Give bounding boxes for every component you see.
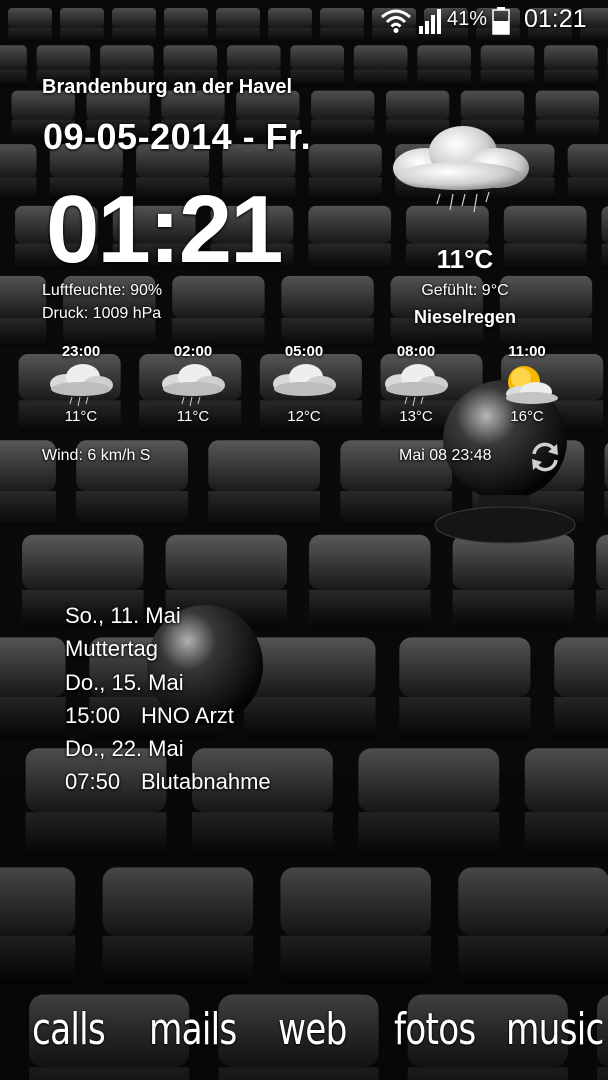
last-updated-label: Mai 08 23:48 [399,447,492,464]
drizzle-cloud-icon [162,364,225,407]
dock-web-button[interactable]: web [278,1004,347,1055]
forecast-slot: 08:00 13°C [371,343,461,425]
date-label: 09-05-2014 - Fr. [43,116,312,157]
forecast-temperature: 16°C [510,408,544,425]
agenda-event[interactable]: Muttertag [65,636,158,662]
pressure-label: Druck: 1009 hPa [42,305,162,322]
forecast-slot: 05:00 12°C [259,343,349,425]
agenda-day: Do., 15. Mai [65,670,184,695]
status-bar: 41% 01:21 [0,0,608,42]
forecast-time: 23:00 [61,343,101,360]
location-label: Brandenburg an der Havel [42,76,293,98]
forecast-temperature: 13°C [399,408,433,425]
agenda-event-title: Blutabnahme [141,769,271,794]
drizzle-cloud-icon [50,364,113,407]
dock-fotos-button[interactable]: fotos [394,1004,476,1055]
agenda-event[interactable]: 15:00 HNO Arzt [65,703,234,729]
agenda-day: Do., 22. Mai [65,736,184,761]
battery-icon [492,7,510,35]
dock-music-button[interactable]: music [506,1004,604,1055]
refresh-icon[interactable] [528,440,562,474]
dock-calls-button[interactable]: calls [32,1004,106,1055]
agenda-event-title: HNO Arzt [141,703,234,728]
battery-percentage: 41% [447,8,488,30]
humidity-label: Luftfeuchte: 90% [42,282,163,299]
forecast-temperature: 11°C [64,408,98,425]
weather-condition: Nieselregen [413,307,517,327]
big-clock[interactable]: 01:21 [46,180,284,280]
cloud-icon [273,364,336,396]
signal-icon [419,9,441,34]
forecast-time: 02:00 [173,343,213,360]
feels-like-label: Gefühlt: 9°C [421,282,509,299]
agenda-day: So., 11. Mai [65,603,181,628]
agenda-event-time: 15:00 [65,703,121,728]
forecast-temperature: 11°C [176,408,210,425]
wind-label: Wind: 6 km/h S [42,447,151,464]
drizzle-cloud-icon [393,126,529,213]
dock-mails-button[interactable]: mails [149,1004,237,1055]
agenda-event-time: 07:50 [65,769,121,794]
agenda-event[interactable]: 07:50 Blutabnahme [65,769,271,795]
forecast-slot: 11:00 16°C [482,343,572,425]
forecast-slot: 02:00 11°C [148,343,238,425]
forecast-slot: 23:00 11°C [36,343,126,425]
drizzle-cloud-icon [385,364,448,407]
agenda-event-title: Muttertag [65,636,158,661]
forecast-time: 11:00 [508,343,546,360]
status-bar-clock: 01:21 [524,5,587,33]
forecast-temperature: 12°C [287,408,321,425]
wifi-icon [381,9,411,33]
forecast-time: 08:00 [396,343,436,360]
sun-cloud-icon [506,366,558,404]
forecast-time: 05:00 [284,343,324,360]
current-temperature: 11°C [436,244,494,274]
